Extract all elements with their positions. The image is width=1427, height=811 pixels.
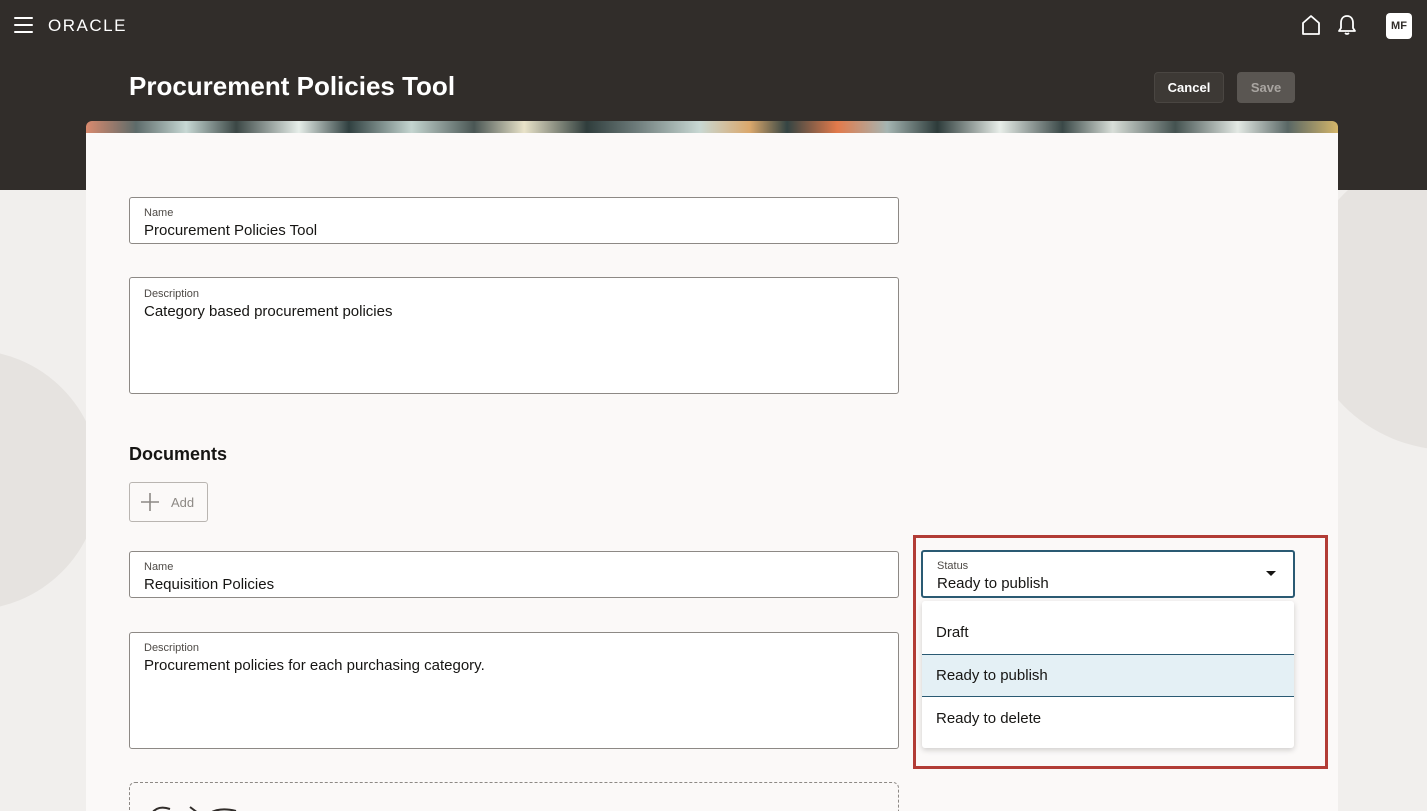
tool-name-label: Name <box>144 207 174 219</box>
document-description-value: Procurement policies for each purchasing… <box>144 657 485 674</box>
add-label: Add <box>171 495 195 510</box>
save-button: Save <box>1237 72 1295 103</box>
plus-icon <box>141 493 159 511</box>
status-label: Status <box>937 560 969 572</box>
documents-section-title: Documents <box>129 444 228 464</box>
document-description-field[interactable]: Description Procurement policies for eac… <box>129 632 899 749</box>
chevron-down-icon[interactable] <box>1266 571 1276 576</box>
status-value: Ready to publish <box>937 575 1049 592</box>
tool-description-value: Category based procurement policies <box>144 303 393 320</box>
tool-description-label: Description <box>144 288 200 300</box>
document-upload-area[interactable] <box>129 782 899 811</box>
document-description-label: Description <box>144 642 200 654</box>
status-option-draft[interactable]: Draft <box>922 611 1294 654</box>
cancel-button[interactable]: Cancel <box>1154 72 1224 103</box>
bell-icon[interactable] <box>1337 14 1357 41</box>
status-select[interactable]: Status Ready to publish <box>921 550 1295 598</box>
page-title: Procurement Policies Tool <box>129 71 456 101</box>
status-dropdown-list: Draft Ready to publish Ready to delete <box>922 601 1294 748</box>
decorative-banner <box>86 121 1338 133</box>
status-option-ready-to-publish[interactable]: Ready to publish <box>922 654 1294 697</box>
document-name-label: Name <box>144 561 174 573</box>
tool-name-value: Procurement Policies Tool <box>144 222 318 239</box>
menu-icon[interactable] <box>14 17 33 33</box>
home-icon[interactable] <box>1300 14 1322 41</box>
add-document-button[interactable]: Add <box>129 482 208 522</box>
avatar[interactable]: MF <box>1386 13 1412 39</box>
document-name-field[interactable]: Name Requisition Policies <box>129 551 899 598</box>
tool-description-field[interactable]: Description Category based procurement p… <box>129 277 899 394</box>
oracle-logo: ORACLE <box>48 16 127 35</box>
status-option-ready-to-delete[interactable]: Ready to delete <box>922 697 1294 740</box>
tool-name-field[interactable]: Name Procurement Policies Tool <box>129 197 899 244</box>
upload-placeholder-icon <box>152 806 237 811</box>
document-name-value: Requisition Policies <box>144 576 275 593</box>
